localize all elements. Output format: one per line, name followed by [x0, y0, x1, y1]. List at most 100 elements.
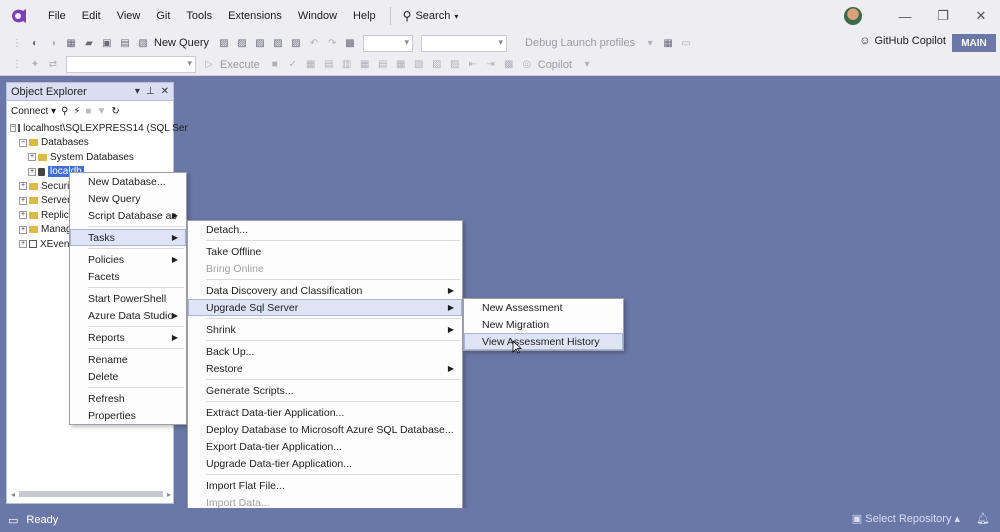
query-icon-5[interactable]: ▨	[289, 36, 303, 50]
tree-node-system-databases[interactable]: + System Databases	[10, 150, 173, 165]
include-plan-icon[interactable]: ▦	[358, 58, 372, 72]
outdent-icon[interactable]: ⇤	[466, 58, 480, 72]
expand-icon[interactable]: +	[19, 225, 27, 234]
tasks-take-offline[interactable]: Take Offline	[188, 243, 462, 260]
tasks-extract-data-tier-application[interactable]: Extract Data-tier Application...	[188, 404, 462, 421]
chevron-down-icon[interactable]: ▾	[580, 58, 594, 72]
query-options-icon[interactable]: ▤	[322, 58, 336, 72]
menu-view[interactable]: View	[109, 10, 149, 22]
ctx-facets[interactable]: Facets	[70, 268, 186, 285]
debug-launch-profiles[interactable]: Debug Launch profiles	[525, 37, 635, 49]
disconnect-icon[interactable]: ⚡	[73, 106, 80, 117]
layout-icon[interactable]: ▭	[679, 36, 693, 50]
specify-values-icon[interactable]: ▩	[502, 58, 516, 72]
user-avatar[interactable]	[844, 7, 862, 25]
expand-icon[interactable]: +	[19, 196, 27, 205]
save-all-icon[interactable]: ▤	[118, 36, 132, 50]
ctx-tasks[interactable]: Tasks ▶	[70, 229, 186, 246]
tasks-detach[interactable]: Detach...	[188, 221, 462, 238]
available-databases-dropdown[interactable]	[66, 56, 196, 73]
ctx-script-database-as[interactable]: Script Database as ▶	[70, 207, 186, 224]
results-grid-icon[interactable]: ▦	[394, 58, 408, 72]
ctx-new-database[interactable]: New Database...	[70, 173, 186, 190]
chevron-down-icon[interactable]: ▾	[643, 36, 657, 50]
results-file-icon[interactable]: ▧	[412, 58, 426, 72]
expand-icon[interactable]: +	[28, 167, 36, 176]
expand-icon[interactable]: +	[28, 153, 36, 162]
ctx-policies[interactable]: Policies ▶	[70, 251, 186, 268]
expand-icon[interactable]: +	[19, 240, 27, 249]
close-icon[interactable]: ✕	[161, 86, 169, 97]
tasks-export-data-tier-application[interactable]: Export Data-tier Application...	[188, 438, 462, 455]
connect-dropdown[interactable]: Connect ▾	[11, 106, 56, 117]
tasks-upgrade-sql-server[interactable]: Upgrade Sql Server ▶	[188, 299, 462, 316]
copilot-toolbar-icon[interactable]: ◎	[520, 58, 534, 72]
solution-config-dropdown[interactable]	[363, 34, 414, 52]
query-icon-2[interactable]: ▨	[235, 36, 249, 50]
upgrade-new-migration[interactable]: New Migration	[464, 316, 623, 333]
github-copilot-button[interactable]: ☺ GitHub Copilot	[859, 35, 946, 47]
new-query-button[interactable]: New Query	[154, 37, 209, 49]
restore-button[interactable]: ❐	[924, 0, 962, 32]
ctx-rename[interactable]: Rename	[70, 351, 186, 368]
menu-window[interactable]: Window	[290, 10, 345, 22]
menu-tools[interactable]: Tools	[178, 10, 220, 22]
stop-icon[interactable]: ■	[85, 106, 91, 117]
filter-icon[interactable]: ▼	[96, 106, 106, 117]
ctx-delete[interactable]: Delete	[70, 368, 186, 385]
refresh-icon[interactable]: ↻	[111, 106, 119, 117]
menu-file[interactable]: File	[40, 10, 74, 22]
tasks-restore[interactable]: Restore ▶	[188, 360, 462, 377]
display-plan-icon[interactable]: ▦	[304, 58, 318, 72]
menu-extensions[interactable]: Extensions	[220, 10, 290, 22]
branch-badge[interactable]: MAIN	[952, 34, 996, 52]
search-box[interactable]: ⚲ Search ▾	[397, 9, 465, 23]
collapse-icon[interactable]: −	[19, 138, 27, 147]
parse-icon[interactable]: ✓	[286, 58, 300, 72]
close-button[interactable]: ✕	[962, 0, 1000, 32]
tasks-shrink[interactable]: Shrink ▶	[188, 321, 462, 338]
execute-button[interactable]: Execute	[220, 59, 260, 71]
scroll-right-icon[interactable]: ▸	[167, 490, 171, 499]
back-icon[interactable]: ◐	[28, 36, 42, 50]
ctx-refresh[interactable]: Refresh	[70, 390, 186, 407]
change-connection-icon[interactable]: ⇄	[46, 58, 60, 72]
select-repository-button[interactable]: ▣ Select Repository ▴	[852, 512, 960, 525]
new-project-icon[interactable]: ▦	[64, 36, 78, 50]
query-icon-1[interactable]: ▨	[217, 36, 231, 50]
menu-help[interactable]: Help	[345, 10, 384, 22]
tasks-data-discovery-and-classification[interactable]: Data Discovery and Classification ▶	[188, 282, 462, 299]
connect-icon[interactable]: ✦	[28, 58, 42, 72]
tree-node-server[interactable]: − localhost\SQLEXPRESS14 (SQL Ser	[10, 121, 188, 136]
ctx-azure-data-studio[interactable]: Azure Data Studio ▶	[70, 307, 186, 324]
ctx-start-powershell[interactable]: Start PowerShell	[70, 290, 186, 307]
expand-icon[interactable]: +	[19, 211, 27, 220]
intellisense-icon[interactable]: ▥	[340, 58, 354, 72]
tasks-upgrade-data-tier-application[interactable]: Upgrade Data-tier Application...	[188, 455, 462, 472]
comment-icon[interactable]: ▨	[430, 58, 444, 72]
minimize-button[interactable]: —	[886, 0, 924, 32]
ctx-new-query[interactable]: New Query	[70, 190, 186, 207]
upgrade-new-assessment[interactable]: New Assessment	[464, 299, 623, 316]
panel-options-icon[interactable]: ▾	[135, 86, 140, 97]
horizontal-scrollbar[interactable]: ◂ ▸	[11, 489, 171, 499]
tasks-import-flat-file[interactable]: Import Flat File...	[188, 477, 462, 494]
forward-icon[interactable]: ◑	[46, 36, 60, 50]
scroll-left-icon[interactable]: ◂	[11, 490, 15, 499]
collapse-icon[interactable]: −	[10, 124, 17, 133]
toolbox-icon[interactable]: ▦	[661, 36, 675, 50]
new-query-icon[interactable]: ▧	[136, 36, 150, 50]
platform-dropdown[interactable]	[421, 34, 508, 52]
tasks-deploy-database-to-microsoft-azure-sql-database[interactable]: Deploy Database to Microsoft Azure SQL D…	[188, 421, 462, 438]
indent-icon[interactable]: ⇥	[484, 58, 498, 72]
ctx-reports[interactable]: Reports ▶	[70, 329, 186, 346]
undo-icon[interactable]: ↶	[307, 36, 321, 50]
open-file-icon[interactable]: ▰	[82, 36, 96, 50]
copilot-button[interactable]: Copilot	[538, 59, 572, 71]
execute-icon[interactable]: ▷	[202, 58, 216, 72]
query-icon-3[interactable]: ▨	[253, 36, 267, 50]
tasks-generate-scripts[interactable]: Generate Scripts...	[188, 382, 462, 399]
expand-icon[interactable]: +	[19, 182, 27, 191]
redo-icon[interactable]: ↷	[325, 36, 339, 50]
connect-plug-icon[interactable]: ⚲	[61, 106, 68, 117]
